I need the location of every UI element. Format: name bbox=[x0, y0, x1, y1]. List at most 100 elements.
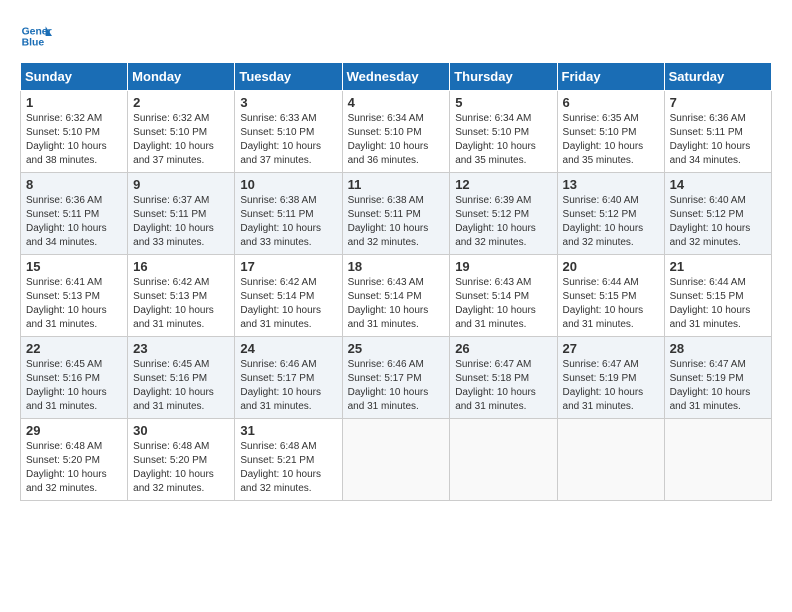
day-info: Sunrise: 6:34 AM Sunset: 5:10 PM Dayligh… bbox=[455, 112, 551, 168]
calendar-cell: 3 Sunrise: 6:33 AM Sunset: 5:10 PM Dayli… bbox=[235, 91, 342, 173]
day-info: Sunrise: 6:44 AM Sunset: 5:15 PM Dayligh… bbox=[670, 276, 766, 332]
day-number: 14 bbox=[670, 177, 766, 192]
calendar-cell bbox=[664, 419, 771, 501]
calendar-cell: 11 Sunrise: 6:38 AM Sunset: 5:11 PM Dayl… bbox=[342, 173, 450, 255]
calendar-cell: 9 Sunrise: 6:37 AM Sunset: 5:11 PM Dayli… bbox=[128, 173, 235, 255]
header-friday: Friday bbox=[557, 63, 664, 91]
day-number: 15 bbox=[26, 259, 122, 274]
day-info: Sunrise: 6:45 AM Sunset: 5:16 PM Dayligh… bbox=[26, 358, 122, 414]
day-number: 29 bbox=[26, 423, 122, 438]
week-row-4: 22 Sunrise: 6:45 AM Sunset: 5:16 PM Dayl… bbox=[21, 337, 772, 419]
day-info: Sunrise: 6:47 AM Sunset: 5:19 PM Dayligh… bbox=[563, 358, 659, 414]
day-number: 17 bbox=[240, 259, 336, 274]
week-row-5: 29 Sunrise: 6:48 AM Sunset: 5:20 PM Dayl… bbox=[21, 419, 772, 501]
calendar-cell: 1 Sunrise: 6:32 AM Sunset: 5:10 PM Dayli… bbox=[21, 91, 128, 173]
day-number: 4 bbox=[348, 95, 445, 110]
day-info: Sunrise: 6:36 AM Sunset: 5:11 PM Dayligh… bbox=[670, 112, 766, 168]
day-info: Sunrise: 6:46 AM Sunset: 5:17 PM Dayligh… bbox=[348, 358, 445, 414]
calendar-cell: 10 Sunrise: 6:38 AM Sunset: 5:11 PM Dayl… bbox=[235, 173, 342, 255]
header-saturday: Saturday bbox=[664, 63, 771, 91]
calendar-cell: 19 Sunrise: 6:43 AM Sunset: 5:14 PM Dayl… bbox=[450, 255, 557, 337]
day-number: 23 bbox=[133, 341, 229, 356]
day-number: 3 bbox=[240, 95, 336, 110]
calendar-cell: 6 Sunrise: 6:35 AM Sunset: 5:10 PM Dayli… bbox=[557, 91, 664, 173]
day-number: 24 bbox=[240, 341, 336, 356]
day-number: 31 bbox=[240, 423, 336, 438]
page-header: General Blue bbox=[20, 20, 772, 52]
calendar-cell: 22 Sunrise: 6:45 AM Sunset: 5:16 PM Dayl… bbox=[21, 337, 128, 419]
day-info: Sunrise: 6:47 AM Sunset: 5:19 PM Dayligh… bbox=[670, 358, 766, 414]
svg-text:Blue: Blue bbox=[22, 38, 45, 49]
calendar-cell: 5 Sunrise: 6:34 AM Sunset: 5:10 PM Dayli… bbox=[450, 91, 557, 173]
header-tuesday: Tuesday bbox=[235, 63, 342, 91]
day-info: Sunrise: 6:41 AM Sunset: 5:13 PM Dayligh… bbox=[26, 276, 122, 332]
calendar-cell: 8 Sunrise: 6:36 AM Sunset: 5:11 PM Dayli… bbox=[21, 173, 128, 255]
day-number: 9 bbox=[133, 177, 229, 192]
calendar-cell: 29 Sunrise: 6:48 AM Sunset: 5:20 PM Dayl… bbox=[21, 419, 128, 501]
header-wednesday: Wednesday bbox=[342, 63, 450, 91]
calendar-cell bbox=[557, 419, 664, 501]
calendar-cell: 13 Sunrise: 6:40 AM Sunset: 5:12 PM Dayl… bbox=[557, 173, 664, 255]
day-info: Sunrise: 6:45 AM Sunset: 5:16 PM Dayligh… bbox=[133, 358, 229, 414]
day-number: 12 bbox=[455, 177, 551, 192]
calendar-cell: 31 Sunrise: 6:48 AM Sunset: 5:21 PM Dayl… bbox=[235, 419, 342, 501]
day-info: Sunrise: 6:43 AM Sunset: 5:14 PM Dayligh… bbox=[455, 276, 551, 332]
day-info: Sunrise: 6:42 AM Sunset: 5:14 PM Dayligh… bbox=[240, 276, 336, 332]
day-number: 1 bbox=[26, 95, 122, 110]
week-row-2: 8 Sunrise: 6:36 AM Sunset: 5:11 PM Dayli… bbox=[21, 173, 772, 255]
day-info: Sunrise: 6:37 AM Sunset: 5:11 PM Dayligh… bbox=[133, 194, 229, 250]
header-thursday: Thursday bbox=[450, 63, 557, 91]
calendar-cell: 25 Sunrise: 6:46 AM Sunset: 5:17 PM Dayl… bbox=[342, 337, 450, 419]
day-info: Sunrise: 6:33 AM Sunset: 5:10 PM Dayligh… bbox=[240, 112, 336, 168]
day-info: Sunrise: 6:34 AM Sunset: 5:10 PM Dayligh… bbox=[348, 112, 445, 168]
day-info: Sunrise: 6:38 AM Sunset: 5:11 PM Dayligh… bbox=[348, 194, 445, 250]
day-info: Sunrise: 6:43 AM Sunset: 5:14 PM Dayligh… bbox=[348, 276, 445, 332]
week-row-3: 15 Sunrise: 6:41 AM Sunset: 5:13 PM Dayl… bbox=[21, 255, 772, 337]
day-info: Sunrise: 6:39 AM Sunset: 5:12 PM Dayligh… bbox=[455, 194, 551, 250]
day-info: Sunrise: 6:48 AM Sunset: 5:20 PM Dayligh… bbox=[26, 440, 122, 496]
day-info: Sunrise: 6:48 AM Sunset: 5:21 PM Dayligh… bbox=[240, 440, 336, 496]
calendar-cell: 27 Sunrise: 6:47 AM Sunset: 5:19 PM Dayl… bbox=[557, 337, 664, 419]
day-number: 16 bbox=[133, 259, 229, 274]
logo: General Blue bbox=[20, 20, 52, 52]
day-number: 21 bbox=[670, 259, 766, 274]
day-info: Sunrise: 6:32 AM Sunset: 5:10 PM Dayligh… bbox=[133, 112, 229, 168]
day-info: Sunrise: 6:47 AM Sunset: 5:18 PM Dayligh… bbox=[455, 358, 551, 414]
calendar-cell: 15 Sunrise: 6:41 AM Sunset: 5:13 PM Dayl… bbox=[21, 255, 128, 337]
day-info: Sunrise: 6:40 AM Sunset: 5:12 PM Dayligh… bbox=[670, 194, 766, 250]
day-info: Sunrise: 6:36 AM Sunset: 5:11 PM Dayligh… bbox=[26, 194, 122, 250]
day-number: 6 bbox=[563, 95, 659, 110]
day-number: 28 bbox=[670, 341, 766, 356]
calendar-cell: 16 Sunrise: 6:42 AM Sunset: 5:13 PM Dayl… bbox=[128, 255, 235, 337]
header-monday: Monday bbox=[128, 63, 235, 91]
day-number: 5 bbox=[455, 95, 551, 110]
calendar-cell bbox=[342, 419, 450, 501]
calendar-cell: 14 Sunrise: 6:40 AM Sunset: 5:12 PM Dayl… bbox=[664, 173, 771, 255]
calendar-cell: 26 Sunrise: 6:47 AM Sunset: 5:18 PM Dayl… bbox=[450, 337, 557, 419]
calendar-cell: 18 Sunrise: 6:43 AM Sunset: 5:14 PM Dayl… bbox=[342, 255, 450, 337]
calendar: SundayMondayTuesdayWednesdayThursdayFrid… bbox=[20, 62, 772, 501]
day-number: 2 bbox=[133, 95, 229, 110]
day-number: 7 bbox=[670, 95, 766, 110]
header-row: SundayMondayTuesdayWednesdayThursdayFrid… bbox=[21, 63, 772, 91]
day-number: 26 bbox=[455, 341, 551, 356]
day-number: 25 bbox=[348, 341, 445, 356]
day-info: Sunrise: 6:40 AM Sunset: 5:12 PM Dayligh… bbox=[563, 194, 659, 250]
week-row-1: 1 Sunrise: 6:32 AM Sunset: 5:10 PM Dayli… bbox=[21, 91, 772, 173]
day-number: 27 bbox=[563, 341, 659, 356]
calendar-cell: 28 Sunrise: 6:47 AM Sunset: 5:19 PM Dayl… bbox=[664, 337, 771, 419]
day-number: 10 bbox=[240, 177, 336, 192]
day-info: Sunrise: 6:42 AM Sunset: 5:13 PM Dayligh… bbox=[133, 276, 229, 332]
day-info: Sunrise: 6:44 AM Sunset: 5:15 PM Dayligh… bbox=[563, 276, 659, 332]
day-info: Sunrise: 6:32 AM Sunset: 5:10 PM Dayligh… bbox=[26, 112, 122, 168]
header-sunday: Sunday bbox=[21, 63, 128, 91]
calendar-cell bbox=[450, 419, 557, 501]
calendar-cell: 23 Sunrise: 6:45 AM Sunset: 5:16 PM Dayl… bbox=[128, 337, 235, 419]
calendar-cell: 12 Sunrise: 6:39 AM Sunset: 5:12 PM Dayl… bbox=[450, 173, 557, 255]
calendar-cell: 2 Sunrise: 6:32 AM Sunset: 5:10 PM Dayli… bbox=[128, 91, 235, 173]
calendar-cell: 30 Sunrise: 6:48 AM Sunset: 5:20 PM Dayl… bbox=[128, 419, 235, 501]
day-info: Sunrise: 6:38 AM Sunset: 5:11 PM Dayligh… bbox=[240, 194, 336, 250]
calendar-cell: 4 Sunrise: 6:34 AM Sunset: 5:10 PM Dayli… bbox=[342, 91, 450, 173]
day-number: 18 bbox=[348, 259, 445, 274]
day-info: Sunrise: 6:48 AM Sunset: 5:20 PM Dayligh… bbox=[133, 440, 229, 496]
